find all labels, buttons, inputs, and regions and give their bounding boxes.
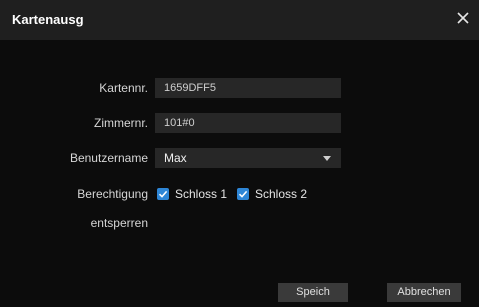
username-select[interactable]: Max [155,148,341,168]
permission-label-line2: entsperren [90,216,148,230]
username-label: Benutzername [69,151,148,165]
checkbox-checked-icon [237,188,249,200]
checkbox-checked-icon [157,188,169,200]
card-number-field[interactable] [155,78,341,98]
save-button[interactable]: Speich [278,283,348,302]
lock-2-checkbox[interactable]: Schloss 2 [237,187,307,201]
room-number-field[interactable] [155,113,341,133]
chevron-down-icon [323,156,331,161]
dialog-title: Kartenausg [12,12,84,27]
dialog-titlebar: Kartenausg [0,0,479,40]
cancel-button[interactable]: Abbrechen [387,283,461,302]
close-icon[interactable] [455,10,471,26]
username-select-value: Max [164,151,187,165]
lock-2-label: Schloss 2 [255,187,308,201]
room-number-label: Zimmernr. [94,116,148,130]
permission-label-line1: Berechtigung [77,187,148,201]
card-issue-dialog: Kartenausg Kartennr. Zimmernr. Benutzern… [0,0,479,307]
card-number-label: Kartennr. [99,81,148,95]
lock-1-label: Schloss 1 [175,187,228,201]
lock-1-checkbox[interactable]: Schloss 1 [157,187,227,201]
